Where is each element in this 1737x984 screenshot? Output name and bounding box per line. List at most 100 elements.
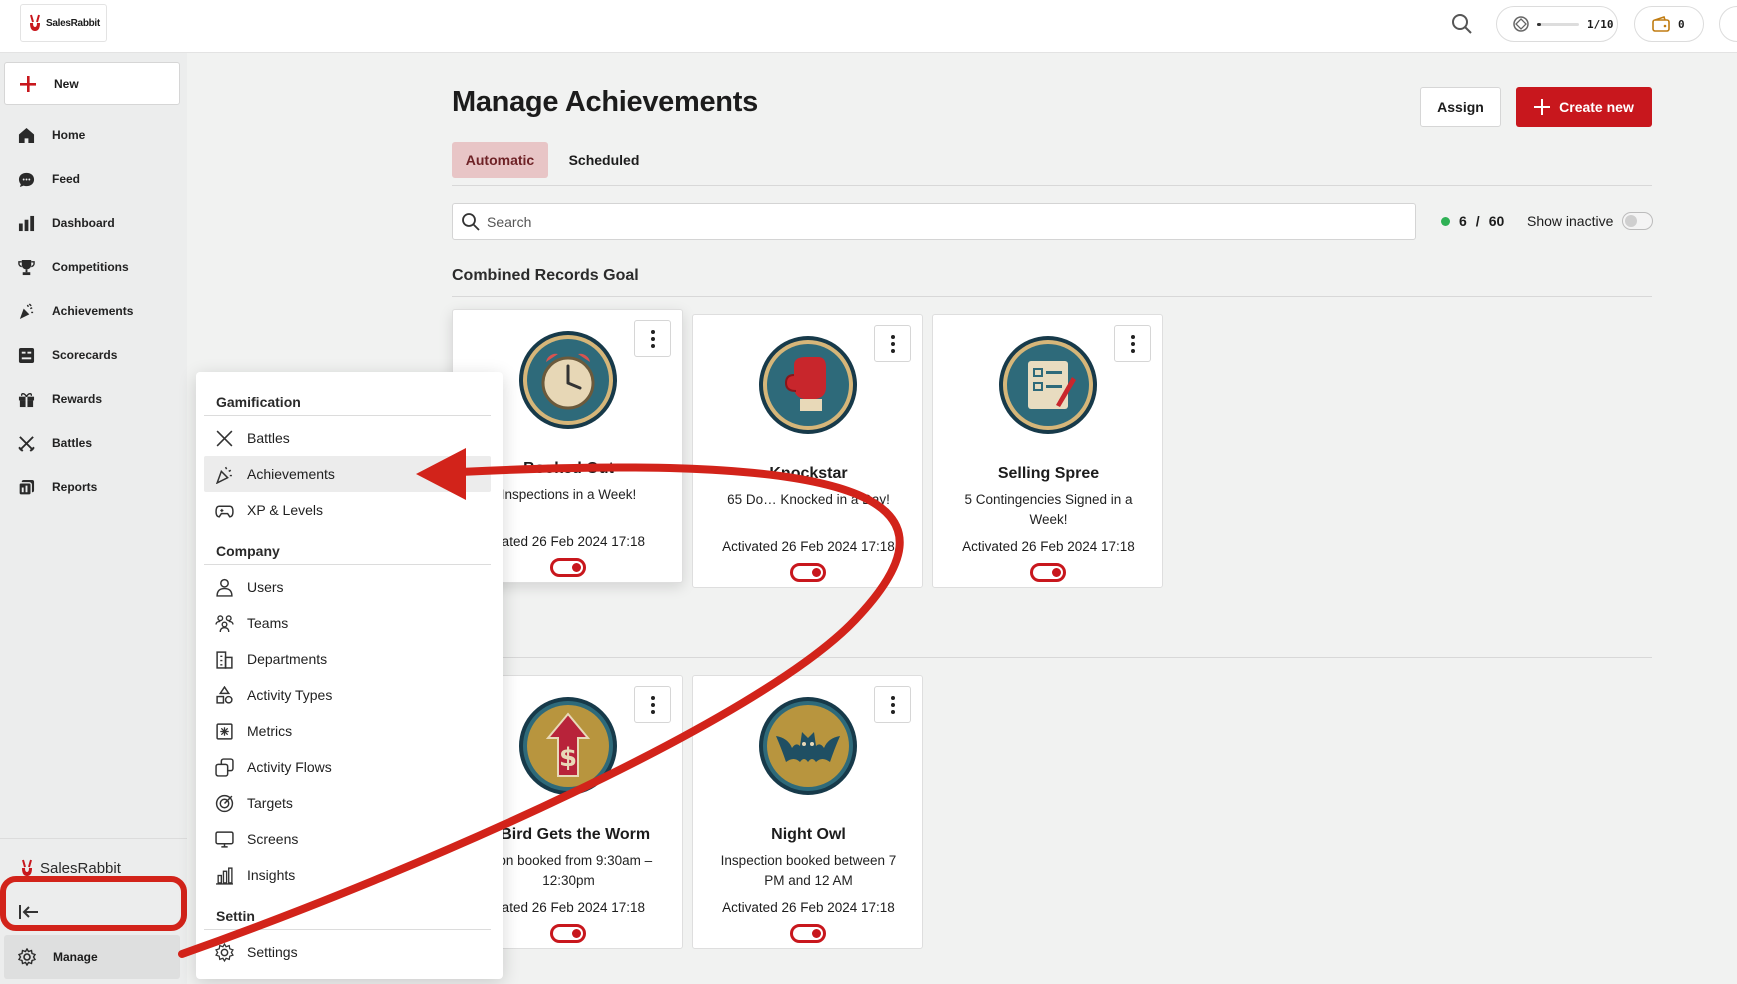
party-popper-icon [19, 302, 34, 319]
card-menu-button[interactable] [1114, 325, 1151, 362]
sidebar: New Home Feed Dashboard Competitions Ach… [0, 53, 187, 984]
plus-icon [1534, 99, 1551, 115]
progress-pill[interactable]: 1/10 [1496, 6, 1618, 42]
show-inactive-control: Show inactive [1527, 212, 1654, 230]
boxing-glove-badge-icon [759, 336, 857, 434]
card-active-toggle[interactable] [790, 924, 826, 943]
create-new-button[interactable]: Create new [1516, 87, 1652, 127]
achievement-card[interactable]: Knockstar 65 Do… Knocked in a Day! Activ… [692, 314, 923, 588]
total-count-value: 60 [1488, 213, 1505, 229]
card-menu-button[interactable] [874, 325, 911, 362]
menu-item-label: Users [247, 579, 284, 595]
building-icon [216, 650, 233, 669]
app-logo[interactable]: SalesRabbit [20, 4, 107, 42]
trophy-icon [18, 259, 35, 275]
menu-item-insights[interactable]: Insights [204, 857, 491, 893]
sidebar-item-dashboard[interactable]: Dashboard [0, 201, 187, 245]
menu-item-label: Teams [247, 615, 289, 631]
menu-item-battles[interactable]: Battles [204, 420, 491, 456]
menu-item-activity-types[interactable]: Activity Types [204, 677, 491, 713]
menu-item-label: Activity Types [247, 687, 333, 703]
menu-item-achievements[interactable]: Achievements [204, 456, 491, 492]
tab-automatic[interactable]: Automatic [452, 142, 548, 178]
checklist-badge-icon [999, 336, 1097, 434]
menu-item-screens[interactable]: Screens [204, 821, 491, 857]
rabbit-logo-icon [22, 859, 32, 876]
menu-item-departments[interactable]: Departments [204, 641, 491, 677]
new-button-label: New [54, 76, 79, 91]
sidebar-item-battles[interactable]: Battles [0, 421, 187, 465]
card-menu-button[interactable] [634, 686, 671, 723]
sidebar-item-competitions[interactable]: Competitions [0, 245, 187, 289]
card-description: Inspection booked between 7 PM and 12 AM [720, 853, 897, 888]
section-divider [452, 657, 1652, 658]
card-date: Activated 26 Feb 2024 17:18 [722, 539, 895, 554]
assign-button[interactable]: Assign [1420, 87, 1501, 127]
menu-item-label: XP & Levels [247, 502, 324, 518]
metrics-icon [216, 722, 233, 740]
achievement-card[interactable]: Night Owl Inspection booked between 7 PM… [692, 675, 923, 949]
active-status-dot [1441, 216, 1450, 226]
card-active-toggle[interactable] [790, 563, 826, 582]
sidebar-item-achievements[interactable]: Achievements [0, 289, 187, 333]
card-active-toggle[interactable] [550, 558, 586, 577]
crossed-swords-icon [216, 430, 233, 446]
menu-item-label: Departments [247, 651, 328, 667]
card-menu-button[interactable] [634, 320, 671, 357]
crossed-swords-icon [18, 435, 35, 452]
show-inactive-toggle[interactable] [1622, 212, 1654, 230]
menu-heading-company: Company [216, 543, 280, 559]
wallet-icon [1652, 16, 1670, 32]
bat-badge-icon [759, 697, 857, 795]
party-popper-icon [215, 466, 232, 484]
insights-icon [216, 866, 233, 885]
sidebar-item-rewards[interactable]: Rewards [0, 377, 187, 421]
topbar-extra-pill[interactable] [1719, 6, 1737, 42]
wallet-pill[interactable]: 0 [1634, 6, 1704, 42]
active-count-value: 6 [1459, 213, 1467, 229]
gear-icon [18, 948, 36, 966]
search-input[interactable] [487, 213, 1387, 230]
search-icon[interactable] [1450, 12, 1474, 36]
menu-item-label: Settings [247, 944, 298, 960]
card-menu-button[interactable] [874, 686, 911, 723]
progress-bar-fill [1537, 22, 1542, 26]
sidebar-item-home[interactable]: Home [0, 113, 187, 157]
search-box[interactable] [452, 203, 1416, 240]
card-active-toggle[interactable] [1030, 563, 1066, 582]
menu-item-metrics[interactable]: Metrics [204, 713, 491, 749]
sidebar-item-reports[interactable]: Reports [0, 465, 187, 509]
card-active-toggle[interactable] [550, 924, 586, 943]
create-new-label: Create new [1559, 99, 1634, 115]
sidebar-item-label: Rewards [52, 392, 103, 406]
flows-icon [215, 757, 234, 777]
sidebar-item-scorecards[interactable]: Scorecards [0, 333, 187, 377]
sidebar-item-label: Home [52, 128, 86, 142]
menu-item-users[interactable]: Users [204, 569, 491, 605]
menu-item-label: Battles [247, 430, 290, 446]
tab-scheduled[interactable]: Scheduled [556, 142, 652, 178]
menu-divider [204, 929, 491, 930]
menu-item-label: Activity Flows [247, 759, 332, 775]
gear-icon [215, 942, 234, 962]
sidebar-nav: Home Feed Dashboard Competitions Achieve… [0, 113, 187, 509]
show-inactive-label: Show inactive [1527, 213, 1614, 229]
sidebar-item-feed[interactable]: Feed [0, 157, 187, 201]
progress-label: 1/10 [1587, 17, 1614, 31]
gift-icon [18, 392, 35, 407]
wallet-label: 0 [1678, 17, 1685, 31]
sidebar-item-label: Dashboard [52, 216, 115, 230]
active-count: 6 / 60 [1441, 213, 1504, 229]
section-divider [452, 296, 1652, 297]
manage-button[interactable]: Manage [4, 935, 180, 979]
menu-item-activity-flows[interactable]: Activity Flows [204, 749, 491, 785]
menu-item-targets[interactable]: Targets [204, 785, 491, 821]
menu-item-xp-levels[interactable]: XP & Levels [204, 492, 491, 528]
achievement-card[interactable]: Selling Spree 5 Contingencies Signed in … [932, 314, 1163, 588]
bar-chart-icon [18, 215, 35, 231]
dollar-arrow-badge-icon: $ [519, 697, 617, 795]
shapes-icon [216, 685, 233, 704]
menu-item-settings[interactable]: Settings [204, 934, 491, 970]
menu-item-teams[interactable]: Teams [204, 605, 491, 641]
new-button[interactable]: New [4, 62, 180, 105]
